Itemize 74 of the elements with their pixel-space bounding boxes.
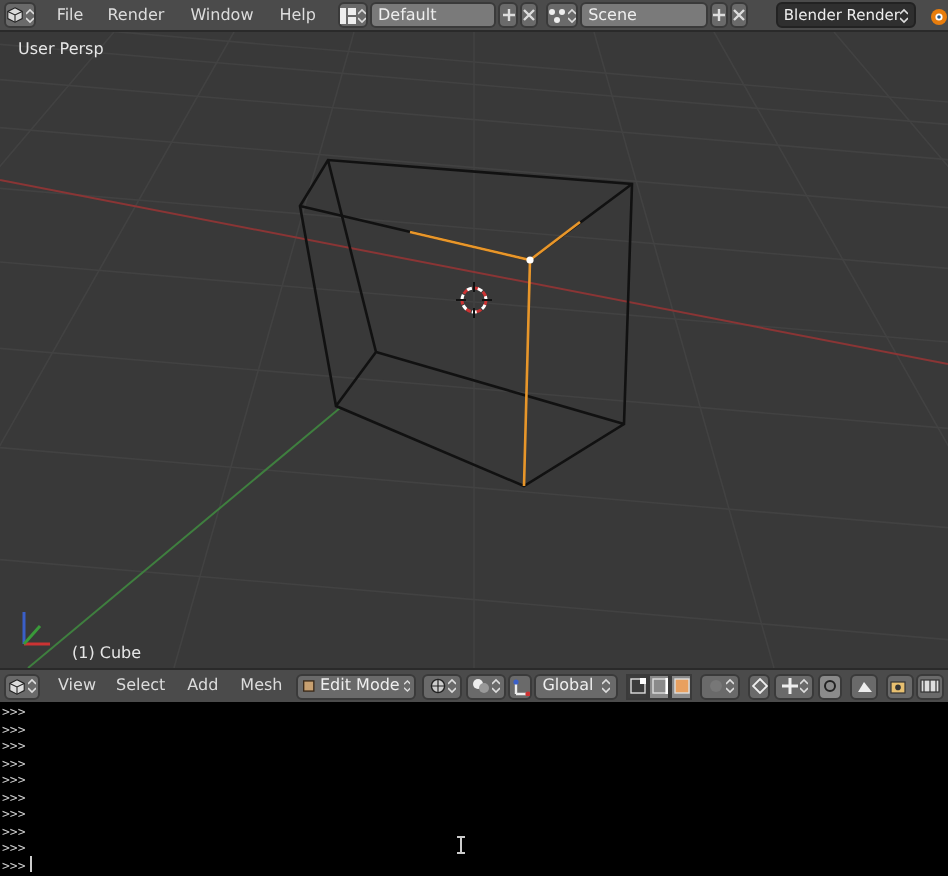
view-label: User Persp bbox=[18, 38, 104, 62]
up-down-arrows-icon bbox=[26, 7, 35, 23]
close-button[interactable] bbox=[519, 2, 538, 28]
editor-type-button[interactable] bbox=[4, 673, 40, 699]
cross-icon bbox=[781, 678, 798, 694]
sphere-icon bbox=[429, 678, 446, 694]
snap-element-button[interactable] bbox=[774, 673, 815, 699]
mode-dropdown[interactable]: Edit Mode bbox=[296, 673, 417, 699]
menu-item[interactable]: Mesh bbox=[238, 674, 285, 698]
up-down-arrows-icon bbox=[492, 678, 501, 694]
shading-button[interactable] bbox=[422, 673, 463, 699]
vertex-icon bbox=[629, 678, 646, 694]
dots-icon bbox=[547, 7, 566, 23]
camera-icon bbox=[890, 678, 911, 694]
edge-select-button[interactable] bbox=[648, 673, 671, 699]
up-down-arrows-icon bbox=[28, 678, 36, 694]
circle-icon bbox=[707, 678, 724, 694]
edge-icon bbox=[651, 678, 668, 694]
proportional-edit-button[interactable] bbox=[700, 673, 741, 699]
layout-name-field[interactable]: Default bbox=[369, 2, 497, 28]
face-icon bbox=[673, 678, 690, 694]
plus-icon bbox=[501, 8, 516, 22]
menu-item[interactable]: File bbox=[54, 3, 86, 27]
snap-button[interactable] bbox=[748, 673, 771, 699]
plus-icon bbox=[711, 8, 726, 22]
text-cursor-icon bbox=[456, 836, 466, 854]
triangle-icon bbox=[855, 677, 874, 695]
up-down-arrows-icon bbox=[403, 678, 411, 694]
menu-item[interactable]: Select bbox=[113, 674, 168, 698]
mode-icon bbox=[302, 678, 316, 694]
editor-type-button[interactable] bbox=[4, 2, 37, 28]
render-animation-button[interactable] bbox=[916, 673, 945, 699]
add-button[interactable] bbox=[498, 2, 518, 28]
text-caret bbox=[30, 856, 32, 872]
vertex-select-button[interactable] bbox=[626, 673, 649, 699]
up-down-arrows-icon bbox=[900, 7, 908, 23]
cube-icon bbox=[6, 6, 25, 24]
manipulator-button[interactable] bbox=[508, 673, 533, 699]
viewport[interactable]: User Persp (1) Cube bbox=[0, 32, 948, 668]
occlude-button[interactable] bbox=[818, 673, 843, 699]
axes-icon bbox=[511, 677, 530, 695]
menu-item[interactable]: Render bbox=[105, 3, 167, 27]
diamond-icon bbox=[751, 678, 768, 694]
add-button[interactable] bbox=[709, 2, 728, 28]
face-select-button[interactable] bbox=[670, 673, 693, 699]
scene-button[interactable] bbox=[545, 2, 579, 28]
circles-icon bbox=[472, 678, 491, 694]
layout-icon bbox=[339, 7, 356, 23]
axis-gizmo-icon bbox=[22, 612, 50, 646]
menu-item[interactable]: View bbox=[56, 674, 98, 698]
logo-icon bbox=[928, 5, 948, 25]
up-down-arrows-icon bbox=[567, 7, 576, 23]
screen-layout-button[interactable] bbox=[337, 2, 368, 28]
menu-item[interactable]: Add bbox=[185, 674, 221, 698]
3d-cursor-icon[interactable] bbox=[455, 281, 493, 319]
film-icon bbox=[920, 678, 941, 694]
close-icon bbox=[521, 8, 536, 22]
menu-item[interactable]: Help bbox=[277, 3, 318, 27]
up-down-arrows-icon bbox=[725, 678, 734, 694]
orientation-dropdown[interactable]: Global bbox=[534, 673, 619, 699]
up-down-arrows-icon bbox=[357, 7, 366, 23]
close-button[interactable] bbox=[729, 2, 748, 28]
cube-icon bbox=[8, 677, 26, 695]
up-down-arrows-icon bbox=[799, 678, 808, 694]
render-preview-button[interactable] bbox=[850, 673, 879, 699]
ring-icon bbox=[822, 678, 839, 694]
menu-item[interactable]: Window bbox=[188, 3, 256, 27]
pivot-button[interactable] bbox=[466, 673, 507, 699]
object-label: (1) Cube bbox=[72, 642, 142, 666]
up-down-arrows-icon bbox=[447, 678, 456, 694]
up-down-arrows-icon bbox=[602, 678, 611, 694]
render-image-button[interactable] bbox=[886, 673, 915, 699]
scene-name-field[interactable]: Scene bbox=[580, 2, 708, 28]
close-icon bbox=[731, 8, 746, 22]
